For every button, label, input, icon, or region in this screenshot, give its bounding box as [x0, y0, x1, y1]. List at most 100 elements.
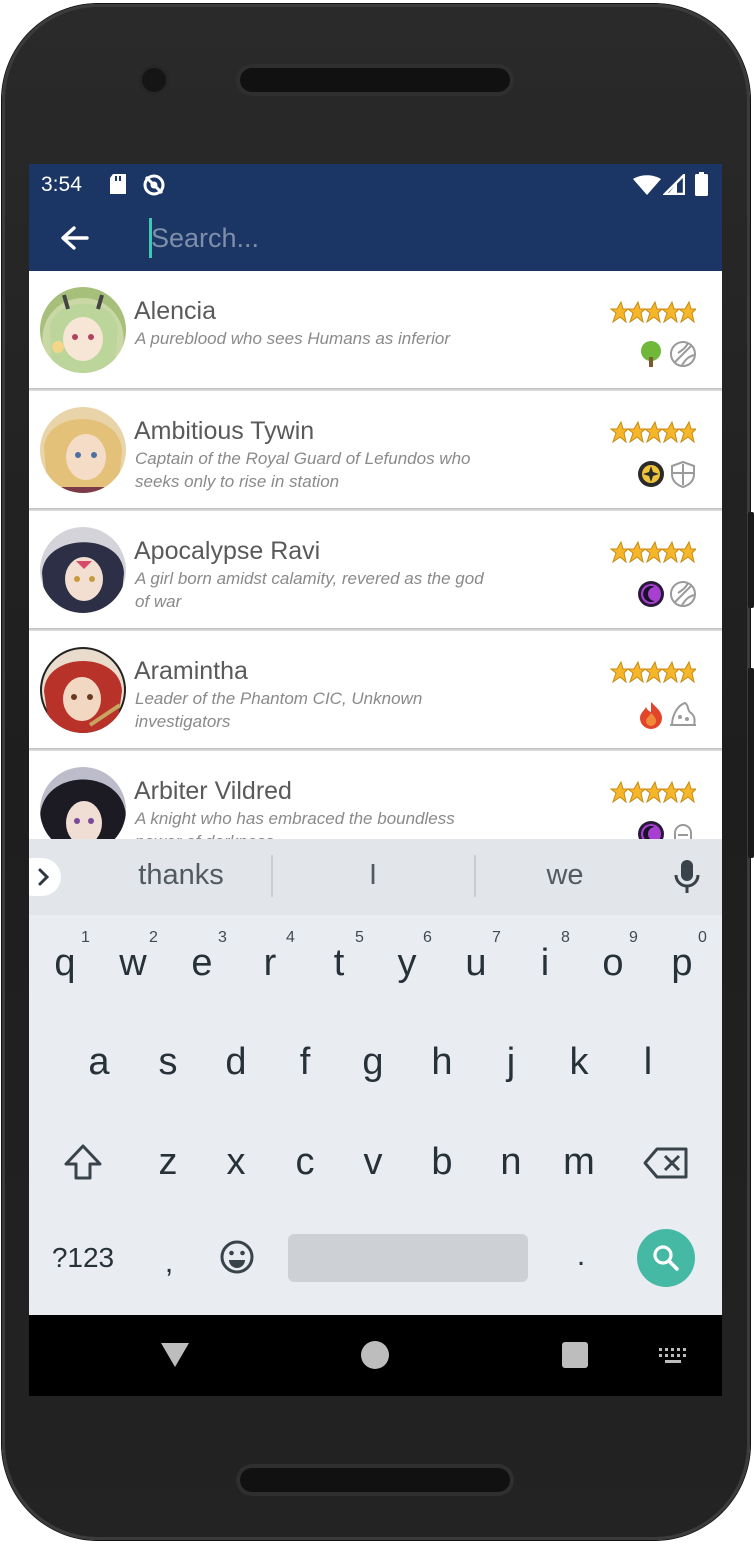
space-key[interactable] — [288, 1234, 528, 1282]
hero-list[interactable]: Alencia A pureblood who sees Humans as i… — [29, 271, 722, 839]
key-hint-7: 7 — [492, 929, 501, 946]
hero-name: Arbiter Vildred — [134, 777, 292, 805]
key-hint-5: 5 — [355, 929, 364, 946]
backspace-key[interactable] — [637, 1127, 697, 1197]
key-s[interactable]: s — [138, 1027, 198, 1097]
hero-description: A knight who has embraced the boundless … — [135, 809, 455, 839]
hero-name: Aramintha — [134, 657, 248, 685]
key-d[interactable]: d — [206, 1027, 266, 1097]
key-hint-8: 8 — [561, 929, 570, 946]
search-field[interactable] — [147, 218, 687, 258]
key-a[interactable]: a — [69, 1027, 129, 1097]
nav-recents-button[interactable] — [562, 1342, 588, 1368]
key-n[interactable]: n — [481, 1127, 541, 1197]
star-icon — [627, 781, 645, 804]
key-z[interactable]: z — [138, 1127, 198, 1197]
period-key[interactable]: . — [551, 1221, 611, 1291]
star-icon — [644, 781, 662, 804]
screen: 3:54 Alencia A pureblood who sees Humans… — [29, 164, 722, 1396]
suggestion-divider — [474, 855, 476, 897]
mage-class-icon — [670, 701, 696, 726]
key-m[interactable]: m — [549, 1127, 609, 1197]
light-element-icon — [638, 461, 664, 487]
hero-description: A pureblood who sees Humans as inferior — [135, 329, 450, 348]
star-icon — [678, 541, 696, 564]
key-c[interactable]: c — [275, 1127, 335, 1197]
key-v[interactable]: v — [343, 1127, 403, 1197]
star-icon — [610, 661, 628, 684]
star-icon — [610, 781, 628, 804]
power-button — [748, 512, 754, 608]
star-icon — [678, 421, 696, 444]
voice-input-button[interactable] — [669, 857, 705, 897]
key-hint-1: 1 — [81, 929, 90, 946]
earpiece-speaker — [240, 68, 510, 92]
backspace-icon — [643, 1147, 688, 1179]
star-icon — [627, 421, 645, 444]
key-g[interactable]: g — [343, 1027, 403, 1097]
suggestion-expand-button[interactable] — [29, 858, 61, 896]
wifi-icon — [633, 175, 661, 195]
key-x[interactable]: x — [206, 1127, 266, 1197]
star-icon — [661, 421, 679, 444]
avatar — [40, 407, 126, 493]
star-icon — [661, 661, 679, 684]
comma-key[interactable]: , — [139, 1228, 199, 1298]
hero-name: Apocalypse Ravi — [134, 537, 321, 565]
key-b[interactable]: b — [412, 1127, 472, 1197]
signal-icon — [663, 174, 685, 195]
star-icon — [661, 781, 679, 804]
star-rating — [610, 781, 696, 807]
nav-back-button[interactable] — [155, 1337, 195, 1373]
suggestion-2[interactable]: I — [303, 859, 443, 892]
nav-home-button[interactable] — [361, 1341, 389, 1369]
triangle-back-icon — [161, 1343, 189, 1367]
star-icon — [678, 661, 696, 684]
list-item[interactable]: Alencia A pureblood who sees Humans as i… — [29, 271, 722, 388]
search-input[interactable] — [151, 218, 671, 258]
key-hint-0: 0 — [698, 929, 707, 946]
star-icon — [644, 541, 662, 564]
emoji-key[interactable] — [215, 1233, 259, 1283]
status-time: 3:54 — [41, 173, 82, 196]
list-item[interactable]: Apocalypse Ravi A girl born amidst calam… — [29, 511, 722, 628]
key-hint-9: 9 — [629, 929, 638, 946]
search-icon — [653, 1245, 679, 1271]
star-icon — [644, 301, 662, 324]
emoji-icon — [220, 1240, 254, 1274]
star-rating — [610, 661, 696, 687]
front-camera — [142, 68, 166, 92]
avatar — [40, 647, 126, 733]
sync-disabled-icon — [143, 174, 165, 196]
key-hint-4: 4 — [286, 929, 295, 946]
list-item[interactable]: Ambitious Tywin Captain of the Royal Gua… — [29, 391, 722, 508]
keyboard-suggestion-strip: thanks I we — [29, 839, 722, 915]
arrow-back-icon — [61, 226, 89, 250]
key-f[interactable]: f — [275, 1027, 335, 1097]
avatar — [40, 287, 126, 373]
dark-element-icon — [638, 581, 664, 607]
key-hint-6: 6 — [423, 929, 432, 946]
symbols-key[interactable]: ?123 — [43, 1223, 123, 1293]
suggestion-1[interactable]: thanks — [111, 859, 251, 892]
star-rating — [610, 541, 696, 567]
search-app-bar — [29, 206, 722, 271]
key-h[interactable]: h — [412, 1027, 472, 1097]
suggestion-3[interactable]: we — [495, 859, 635, 892]
star-rating — [610, 301, 696, 327]
star-icon — [610, 301, 628, 324]
list-item[interactable]: Aramintha Leader of the Phantom CIC, Unk… — [29, 631, 722, 748]
dark-element-icon — [638, 821, 664, 839]
search-action-key[interactable] — [637, 1229, 695, 1287]
back-button[interactable] — [55, 218, 95, 258]
list-item[interactable]: Arbiter Vildred A knight who has embrace… — [29, 751, 722, 839]
key-j[interactable]: j — [481, 1027, 541, 1097]
chevron-right-icon — [38, 868, 50, 886]
keyboard-switcher-button[interactable] — [657, 1345, 689, 1365]
star-icon — [610, 421, 628, 444]
status-bar: 3:54 — [29, 164, 722, 206]
star-icon — [678, 301, 696, 324]
key-k[interactable]: k — [549, 1027, 609, 1097]
shift-key[interactable] — [55, 1127, 111, 1197]
key-l[interactable]: l — [618, 1027, 678, 1097]
